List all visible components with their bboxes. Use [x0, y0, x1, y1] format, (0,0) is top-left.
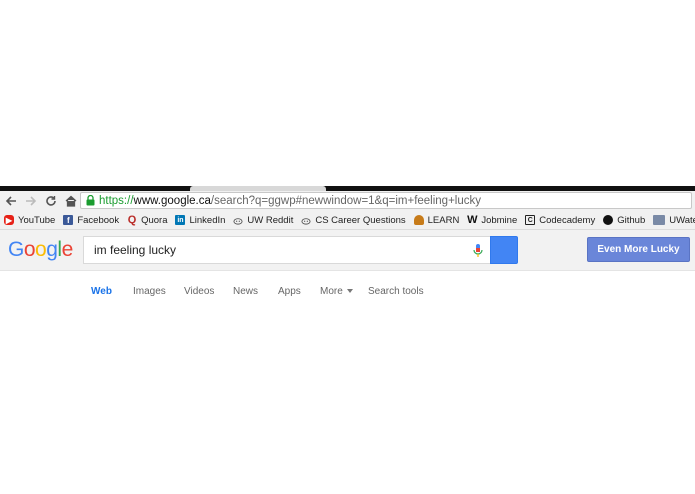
lock-icon [86, 195, 95, 206]
tab-apps[interactable]: Apps [278, 286, 301, 297]
facebook-icon: f [63, 215, 74, 225]
search-box [83, 236, 490, 264]
jobmine-icon: W [467, 214, 478, 226]
bookmark-facebook[interactable]: f Facebook [63, 215, 119, 226]
bookmark-uwaterloo[interactable]: UWaterloo [653, 215, 695, 226]
url-scheme: https:// [99, 194, 134, 207]
bookmark-label: UWaterloo [669, 214, 695, 226]
logo-letter: G [8, 238, 24, 261]
tab-more[interactable]: More [320, 286, 353, 297]
bookmark-label: LEARN [427, 214, 460, 226]
search-input[interactable] [92, 242, 456, 258]
codecademy-icon: C [525, 215, 536, 225]
tab-search-tools[interactable]: Search tools [368, 286, 424, 297]
linkedin-icon: in [175, 215, 186, 225]
bookmark-label: LinkedIn [189, 214, 226, 226]
bookmark-label: Facebook [77, 214, 120, 226]
learn-icon [413, 215, 424, 225]
bookmark-label: Codecademy [539, 214, 596, 226]
url-path: /search?q=ggwp#newwindow=1&q=im+feeling+… [210, 194, 481, 207]
back-arrow-icon [5, 196, 16, 206]
bookmark-label: YouTube [18, 214, 56, 226]
google-logo[interactable]: Google [8, 238, 73, 262]
bookmark-label: Quora [141, 214, 168, 226]
logo-letter: e [61, 238, 74, 261]
google-header: Google Even More Lucky [0, 230, 695, 271]
bookmark-quora[interactable]: Q Quora [127, 214, 168, 226]
address-bar[interactable]: https://www.google.ca/search?q=ggwp#neww… [80, 192, 692, 209]
quora-icon: Q [127, 214, 137, 226]
search-button[interactable] [490, 236, 518, 264]
tab-videos[interactable]: Videos [184, 286, 214, 297]
reddit-icon [233, 215, 243, 225]
bookmark-codecademy[interactable]: C Codecademy [525, 215, 595, 226]
tab-more-label: More [320, 286, 343, 297]
forward-arrow-icon [26, 196, 37, 206]
bookmark-linkedin[interactable]: in LinkedIn [175, 215, 225, 226]
logo-letter: g [46, 238, 58, 261]
tab-news[interactable]: News [233, 286, 258, 297]
microphone-icon[interactable] [472, 243, 484, 259]
reload-button[interactable] [42, 192, 60, 210]
bookmark-youtube[interactable]: ▶ YouTube [4, 215, 55, 226]
forward-button[interactable] [22, 192, 40, 210]
even-more-lucky-button[interactable]: Even More Lucky [587, 237, 690, 262]
bookmark-jobmine[interactable]: W Jobmine [467, 214, 518, 226]
bookmark-cs-career-questions[interactable]: CS Career Questions [301, 214, 406, 226]
bookmark-label: Github [617, 214, 646, 226]
reddit-icon [301, 215, 311, 225]
logo-letter: o [35, 238, 47, 261]
logo-letter: o [23, 238, 36, 261]
chevron-down-icon [346, 289, 353, 294]
bookmark-uw-reddit[interactable]: UW Reddit [233, 215, 293, 226]
bookmark-label: Jobmine [481, 214, 518, 226]
tab-images[interactable]: Images [133, 286, 166, 297]
github-icon [603, 215, 614, 225]
blank-area [0, 0, 695, 186]
bookmarks-bar: ▶ YouTube f Facebook Q Quora in LinkedIn… [0, 211, 695, 230]
reload-icon [46, 196, 56, 206]
bookmark-github[interactable]: Github [603, 215, 645, 226]
youtube-icon: ▶ [4, 215, 14, 225]
browser-toolbar: https://www.google.ca/search?q=ggwp#neww… [0, 191, 695, 211]
url-host: www.google.ca [133, 194, 211, 207]
bookmark-label: UW Reddit [247, 214, 294, 226]
tab-web[interactable]: Web [91, 286, 112, 297]
search-tabs: Web Images Videos News Apps More Search … [0, 271, 695, 311]
home-button[interactable] [62, 192, 80, 210]
bookmark-label: CS Career Questions [315, 214, 406, 226]
home-icon [65, 195, 77, 207]
bookmark-learn[interactable]: LEARN [413, 214, 460, 226]
folder-icon [653, 215, 666, 225]
back-button[interactable] [2, 192, 20, 210]
